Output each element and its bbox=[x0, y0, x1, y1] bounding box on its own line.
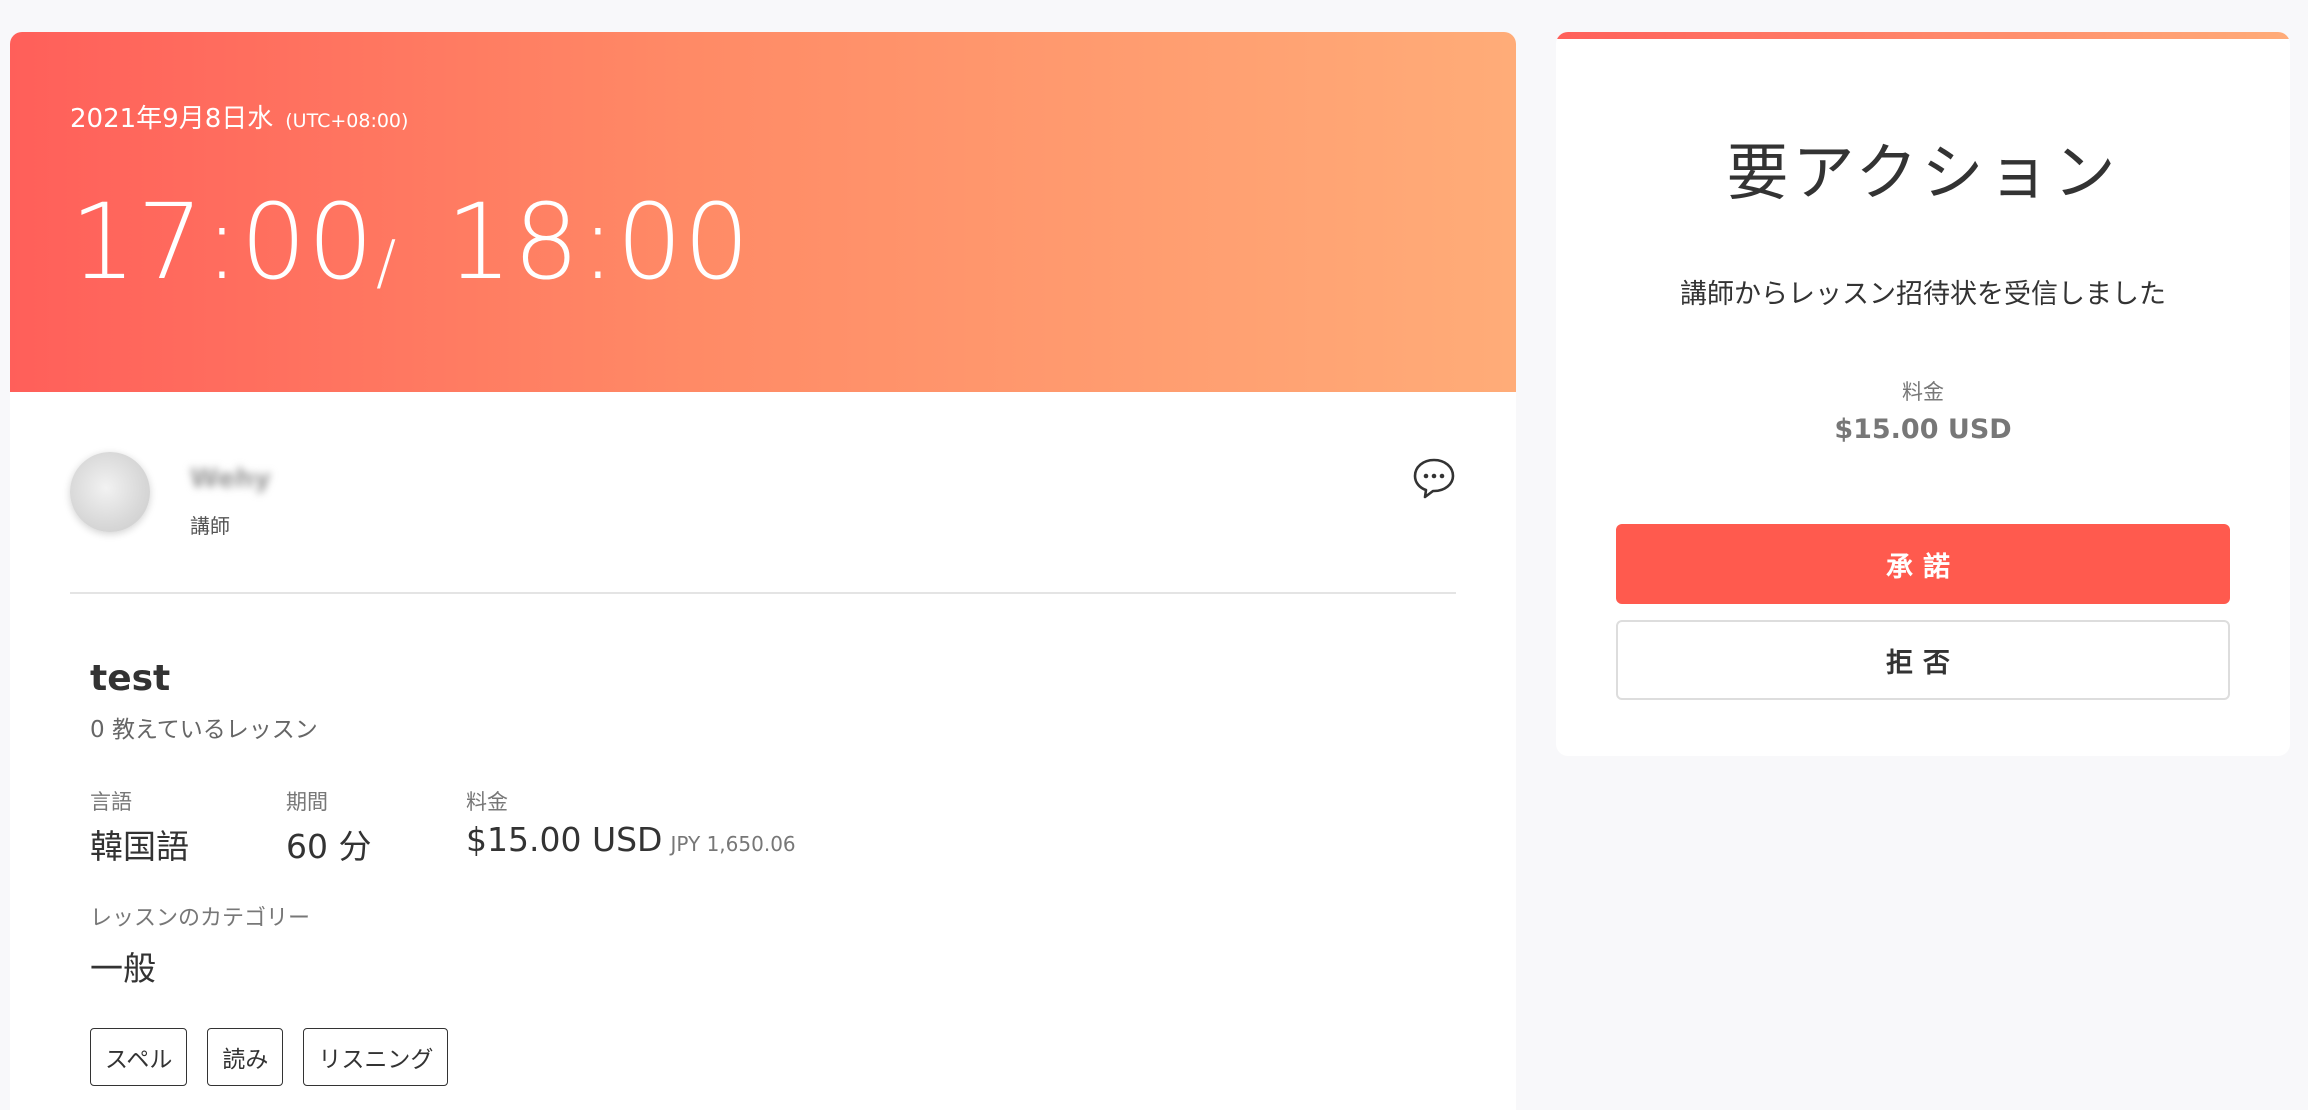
price-value: $15.00 USD JPY 1,650.06 bbox=[466, 820, 796, 859]
lesson-timezone: (UTC+08:00) bbox=[285, 110, 409, 132]
action-message: 講師からレッスン招待状を受信しました bbox=[1680, 279, 2166, 310]
fee-label: 料金 bbox=[1902, 380, 1944, 404]
category-label: レッスンのカテゴリー bbox=[90, 906, 311, 931]
teacher-avatar[interactable] bbox=[70, 452, 150, 532]
lesson-time-banner: 2021年9月8日水 (UTC+08:00) 17:00 / 18:00 bbox=[10, 32, 1516, 392]
tag-listening: リスニング bbox=[303, 1028, 449, 1086]
lesson-title: test bbox=[90, 658, 171, 699]
price-label: 料金 bbox=[466, 790, 508, 814]
action-title: 要アクション bbox=[1726, 136, 2120, 209]
teacher-name[interactable]: Wehy bbox=[190, 464, 271, 494]
lesson-date-text: 2021年9月8日水 bbox=[70, 104, 274, 134]
end-time: 18:00 bbox=[446, 181, 751, 303]
chat-bubble-icon[interactable] bbox=[1412, 456, 1456, 500]
action-required-panel: 要アクション 講師からレッスン招待状を受信しました 料金 $15.00 USD … bbox=[1556, 32, 2290, 756]
duration-value: 60 分 bbox=[286, 827, 372, 866]
price-jpy: JPY 1,650.06 bbox=[670, 832, 796, 856]
duration-label: 期間 bbox=[286, 790, 328, 814]
tag-reading: 読み bbox=[207, 1028, 284, 1086]
category-value: 一般 bbox=[90, 949, 156, 988]
time-separator: / bbox=[376, 228, 397, 298]
tag-spelling: スペル bbox=[90, 1028, 188, 1086]
accept-button[interactable]: 承諾 bbox=[1616, 524, 2230, 604]
teacher-role: 講師 bbox=[190, 514, 230, 538]
language-label: 言語 bbox=[90, 790, 132, 814]
lesson-date: 2021年9月8日水 (UTC+08:00) bbox=[70, 98, 408, 135]
start-time: 17:00 bbox=[70, 181, 375, 303]
panel-accent-bar bbox=[1556, 32, 2290, 39]
price-usd: $15.00 USD bbox=[466, 820, 663, 859]
decline-button[interactable]: 拒否 bbox=[1616, 620, 2230, 700]
language-value: 韓国語 bbox=[90, 827, 189, 866]
fee-value: $15.00 USD bbox=[1834, 414, 2012, 445]
lesson-detail-card: 2021年9月8日水 (UTC+08:00) 17:00 / 18:00 bbox=[10, 32, 1516, 1110]
lesson-tags: スペル 読み リスニング bbox=[90, 1028, 449, 1086]
section-divider bbox=[70, 592, 1456, 594]
lesson-subtitle: 0 教えているレッスン bbox=[90, 717, 318, 743]
teacher-row: Wehy 講師 bbox=[70, 452, 1456, 552]
